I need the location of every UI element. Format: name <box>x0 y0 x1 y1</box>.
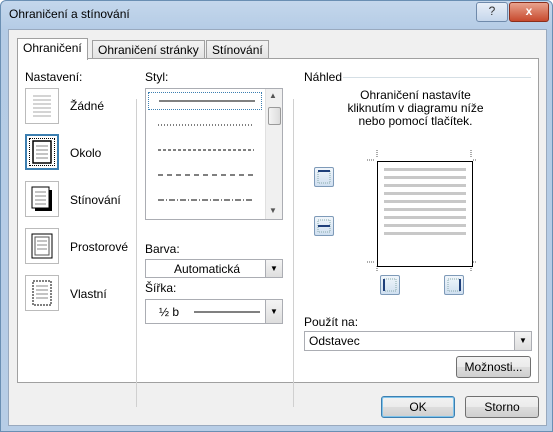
style-solid[interactable] <box>148 92 262 110</box>
width-combo[interactable]: ½ b ▼ <box>145 299 283 324</box>
preview-text-line <box>384 232 466 235</box>
shadow-border-icon[interactable] <box>25 181 59 217</box>
box-border-icon[interactable] <box>25 134 59 170</box>
title-bar[interactable]: Ohraničení a stínování ? x <box>1 1 552 29</box>
style-dotted[interactable] <box>148 117 262 135</box>
tab-page-border[interactable]: Ohraničení stránky <box>92 40 205 59</box>
preview-text-line <box>384 184 466 187</box>
scroll-thumb[interactable] <box>268 107 281 125</box>
style-dashed-small[interactable] <box>148 142 262 160</box>
tab-panel-borders: Nastavení: Žádné Okolo Stínování Prostor… <box>17 58 539 407</box>
ok-button[interactable]: OK <box>381 396 455 418</box>
preview-heading-rule <box>343 77 531 78</box>
scroll-down-icon[interactable]: ▼ <box>269 206 277 215</box>
preview-hint: Ohraničení nastavíte kliknutím v diagram… <box>308 89 523 128</box>
tab-borders[interactable]: Ohraničení <box>17 38 88 60</box>
separator-right <box>293 99 294 407</box>
preview-text-line <box>384 176 466 179</box>
help-button[interactable]: ? <box>476 2 508 22</box>
style-dashed-small-line <box>158 149 254 151</box>
width-value: ½ b <box>159 305 180 319</box>
apply-to-value: Odstavec <box>309 334 360 348</box>
preview-hint-line-3: nebo pomocí tlačítek. <box>358 114 473 128</box>
style-dotted-line <box>158 124 254 126</box>
dialog-client: Ohraničení Ohraničení stránky Stínování … <box>8 29 547 426</box>
top-border-icon <box>317 170 331 184</box>
left-border-button[interactable] <box>380 275 400 295</box>
3d-border-graphic <box>31 233 53 259</box>
box-border-graphic <box>32 140 52 164</box>
color-value: Automatická <box>174 262 241 276</box>
preview-text-line <box>384 216 466 219</box>
none-border-icon[interactable] <box>25 88 59 124</box>
right-border-button[interactable] <box>444 275 464 295</box>
style-dashed[interactable] <box>148 167 262 185</box>
preview-text-line <box>384 224 466 227</box>
color-combo[interactable]: Automatická ▼ <box>145 259 283 278</box>
preview-text-line <box>384 200 466 203</box>
setting-shadow-label[interactable]: Stínování <box>70 193 121 207</box>
style-label: Styl: <box>145 70 169 84</box>
horizontal-inside-border-icon <box>317 219 331 233</box>
cancel-button[interactable]: Storno <box>465 396 539 418</box>
top-border-button[interactable] <box>314 167 334 187</box>
settings-heading: Nastavení: <box>25 70 83 84</box>
apply-to-combo[interactable]: Odstavec ▼ <box>304 331 532 351</box>
style-dash-dot[interactable] <box>148 192 262 210</box>
preview-text-line <box>384 168 466 171</box>
style-list[interactable]: ▲ ▼ <box>145 88 283 220</box>
style-solid-line <box>159 100 255 102</box>
chevron-down-icon[interactable]: ▼ <box>265 260 282 277</box>
none-border-graphic <box>33 95 51 117</box>
style-dashed-line <box>158 174 254 176</box>
scroll-up-icon[interactable]: ▲ <box>269 91 277 100</box>
3d-border-icon[interactable] <box>25 228 59 264</box>
window-title: Ohraničení a stínování <box>9 7 130 21</box>
dialog-window: Ohraničení a stínování ? x Ohraničení Oh… <box>0 0 553 432</box>
custom-border-icon[interactable] <box>25 275 59 311</box>
preview-text-line <box>384 208 466 211</box>
separator-left <box>136 99 137 407</box>
shadow-border-graphic <box>31 186 52 211</box>
custom-border-graphic <box>32 280 52 306</box>
setting-custom-label[interactable]: Vlastní <box>70 287 107 301</box>
setting-3d-label[interactable]: Prostorové <box>70 240 128 254</box>
right-border-icon <box>447 278 461 292</box>
width-label: Šířka: <box>145 281 177 295</box>
left-border-icon <box>383 278 397 292</box>
color-label: Barva: <box>145 242 180 256</box>
preview-text-line <box>384 192 466 195</box>
setting-none-label[interactable]: Žádné <box>70 99 104 113</box>
style-scrollbar[interactable]: ▲ ▼ <box>265 89 282 219</box>
setting-box-label[interactable]: Okolo <box>70 146 101 160</box>
apply-to-label: Použít na: <box>304 315 359 329</box>
chevron-down-icon[interactable]: ▼ <box>265 300 282 323</box>
options-button[interactable]: Možnosti... <box>456 356 531 378</box>
horizontal-inside-border-button[interactable] <box>314 216 334 236</box>
chevron-down-icon[interactable]: ▼ <box>514 332 531 350</box>
close-button[interactable]: x <box>509 2 549 22</box>
preview-diagram[interactable] <box>377 161 473 267</box>
tab-shading[interactable]: Stínování <box>206 40 269 59</box>
preview-heading: Náhled <box>304 70 343 84</box>
style-dash-dot-line <box>158 199 254 201</box>
width-sample-line <box>194 311 260 313</box>
